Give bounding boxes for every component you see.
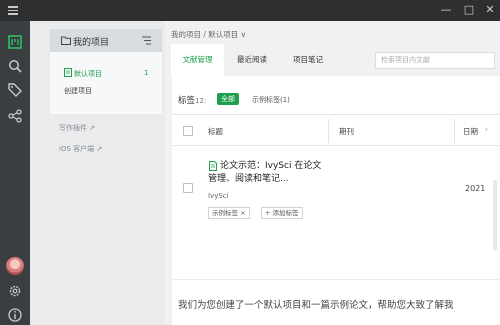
table-header: 标题 期刊 日期 › bbox=[172, 114, 500, 146]
folder-icon bbox=[61, 36, 71, 45]
project-icon bbox=[64, 68, 72, 77]
gear-icon[interactable] bbox=[7, 283, 23, 299]
column-journal[interactable]: 期刊 bbox=[339, 126, 354, 137]
search-icon[interactable] bbox=[7, 58, 23, 74]
menu-icon[interactable] bbox=[8, 6, 18, 15]
my-projects-label: 我的项目 bbox=[73, 38, 110, 48]
icon-rail bbox=[0, 21, 30, 325]
external-link-icon: ↗ bbox=[96, 145, 103, 153]
row-checkbox[interactable] bbox=[183, 183, 193, 193]
share-icon[interactable] bbox=[7, 108, 23, 124]
close-button[interactable]: ✕ bbox=[483, 3, 497, 17]
info-icon[interactable] bbox=[7, 307, 23, 323]
external-link-icon: ↗ bbox=[89, 124, 96, 132]
my-projects-header[interactable]: 我的项目 bbox=[50, 29, 162, 52]
row-title[interactable]: 论文示范：IvySci 在论文管理、阅读和笔记... bbox=[208, 160, 328, 186]
search-input[interactable]: 检索项目内文献 bbox=[375, 52, 495, 69]
column-divider bbox=[454, 119, 455, 143]
library-icon[interactable] bbox=[7, 34, 23, 50]
select-all-checkbox[interactable] bbox=[183, 126, 193, 136]
minimize-button[interactable]: — bbox=[439, 3, 453, 17]
project-count: 1 bbox=[144, 69, 149, 77]
tab-literature-management[interactable]: 文献管理 bbox=[171, 44, 224, 76]
welcome-hint: 我们为您创建了一个默认项目和一篇示例论文，帮助您大致了解我 bbox=[178, 300, 454, 311]
tab-project-notes[interactable]: 项目笔记 bbox=[280, 44, 336, 76]
title-bar: — □ ✕ bbox=[0, 0, 500, 21]
scrollbar[interactable] bbox=[493, 180, 497, 250]
maximize-button[interactable]: □ bbox=[462, 3, 476, 17]
column-divider bbox=[328, 119, 329, 143]
tab-recent-reading[interactable]: 最近阅读 bbox=[225, 44, 279, 76]
writing-plugin-label: 写作插件 bbox=[59, 124, 87, 132]
sort-arrow-icon[interactable]: › bbox=[485, 125, 488, 134]
row-year: 2021 bbox=[465, 184, 486, 193]
tags-label: 标签12: bbox=[178, 96, 207, 106]
row-author: IvySci bbox=[208, 192, 229, 200]
tag-filter-all[interactable]: 全部 bbox=[217, 93, 239, 105]
divider bbox=[172, 279, 500, 280]
sidebar-item-create-project[interactable]: 创建项目 bbox=[64, 86, 92, 96]
tag-filter-example[interactable]: 示例标签(1) bbox=[252, 95, 290, 105]
breadcrumb[interactable]: 我的项目 / 默认项目 ∨ bbox=[171, 29, 246, 40]
sort-icon[interactable] bbox=[142, 36, 152, 45]
avatar[interactable] bbox=[6, 257, 24, 275]
project-list bbox=[50, 52, 162, 114]
row-tag-chip[interactable]: 示例标签 × bbox=[208, 207, 250, 219]
column-date[interactable]: 日期 bbox=[463, 126, 478, 137]
column-title[interactable]: 标题 bbox=[208, 126, 223, 137]
tag-icon[interactable] bbox=[7, 82, 23, 98]
add-tag-button[interactable]: + 添加标签 bbox=[261, 207, 303, 219]
writing-plugin-link[interactable]: 写作插件 ↗ bbox=[59, 123, 95, 133]
ios-client-label: iOS 客户端 bbox=[59, 145, 95, 153]
ios-client-link[interactable]: iOS 客户端 ↗ bbox=[59, 144, 102, 154]
sidebar-item-default-project[interactable]: 默认项目 bbox=[74, 69, 102, 79]
